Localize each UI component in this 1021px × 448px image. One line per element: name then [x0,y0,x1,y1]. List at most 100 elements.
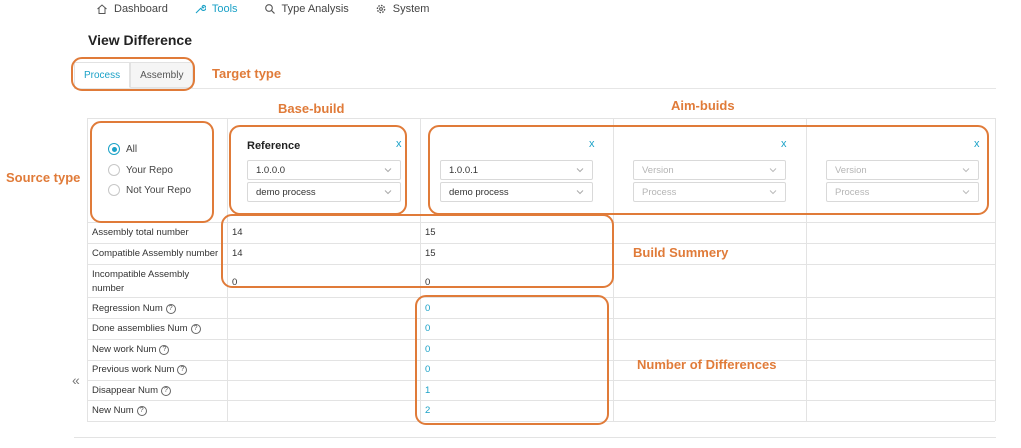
row-label-text: Disappear Num [92,385,158,396]
aim-version-select[interactable]: Version [826,160,979,180]
base-version-select[interactable]: 1.0.0.0 [247,160,401,180]
diff-value-link[interactable]: 0 [425,364,430,375]
chevron-down-icon [384,190,392,195]
row-label-new-work: New work Num ? [92,344,170,355]
base-value: 14 [232,248,243,259]
row-label-text: New Num [92,405,134,416]
radio-label: Not Your Repo [126,184,192,196]
grid-line [87,400,995,401]
grid-line [806,118,807,421]
select-value: 1.0.0.1 [449,164,479,176]
help-icon[interactable]: ? [136,405,147,416]
radio-your-repo[interactable]: Your Repo [108,164,173,176]
row-label-assembly-total: Assembly total number [92,227,189,238]
grid-line [995,118,996,421]
base-value: 0 [232,277,238,288]
diff-value-link[interactable]: 2 [425,405,430,416]
aim-value: 0 [425,277,431,288]
close-icon[interactable]: x [974,138,980,150]
annotation-label-source-type: Source type [6,170,81,185]
row-label-text: Previous work Num [92,364,175,375]
row-label-incompatible: Incompatible Assembly number [92,269,190,294]
base-process-select[interactable]: demo process [247,182,401,202]
select-placeholder: Process [835,186,870,198]
nav-item-tools[interactable]: Tools [194,3,238,15]
diff-value-link[interactable]: 0 [425,323,430,334]
row-label-regression: Regression Num ? [92,303,176,314]
row-label-done-assemblies: Done assemblies Num ? [92,323,201,334]
chevron-down-icon [384,168,392,173]
chevron-down-icon [769,168,777,173]
grid-line [87,339,995,340]
close-icon[interactable]: x [396,138,402,150]
target-type-tabs: Process Assembly [74,62,194,88]
base-build-title: Reference [247,140,301,152]
tab-assembly[interactable]: Assembly [130,62,194,88]
nav-item-type-analysis[interactable]: Type Analysis [264,3,349,15]
aim-version-select[interactable]: Version [633,160,786,180]
select-value: demo process [256,186,316,198]
aim-process-select[interactable]: Process [826,182,979,202]
grid-line [87,318,995,319]
radio-indicator [108,184,120,196]
radio-all[interactable]: All [108,143,137,155]
search-icon [264,3,276,15]
aim-value: 15 [425,248,436,259]
help-icon[interactable]: ? [159,344,170,355]
select-placeholder: Version [642,164,674,176]
home-icon [96,3,108,15]
aim-process-select[interactable]: Process [633,182,786,202]
annotation-label-target-type: Target type [212,66,282,81]
grid-line [87,421,995,422]
row-label-new: New Num ? [92,405,147,416]
annotation-box-build-summary [221,214,614,288]
radio-label: All [126,143,138,155]
chevron-down-icon [962,190,970,195]
diff-value-link[interactable]: 0 [425,303,430,314]
help-icon[interactable]: ? [177,364,188,375]
select-placeholder: Process [642,186,677,198]
aim-process-select[interactable]: demo process [440,182,593,202]
annotation-label-build-summary: Build Summery [633,245,729,260]
row-label-compatible: Compatible Assembly number [92,248,219,259]
grid-line [87,243,995,244]
help-icon[interactable]: ? [190,323,201,334]
chevron-down-icon [576,190,584,195]
gear-icon [375,3,387,15]
grid-line [87,380,995,381]
nav-label: Tools [211,3,238,15]
grid-line [87,297,995,298]
help-icon[interactable]: ? [161,385,171,396]
tools-icon [194,3,206,15]
chevron-down-icon [769,190,777,195]
row-label-disappear: Disappear Num ? [92,385,171,396]
nav-item-dashboard[interactable]: Dashboard [96,3,168,15]
grid-line [420,118,421,421]
grid-line [613,118,614,421]
annotation-label-base-build: Base-build [278,101,345,116]
collapse-icon[interactable]: « [72,372,80,388]
diff-value-link[interactable]: 1 [425,385,430,396]
radio-not-your-repo[interactable]: Not Your Repo [108,184,191,196]
tab-process[interactable]: Process [74,62,131,88]
row-label-text: Regression Num [92,303,163,314]
radio-label: Your Repo [126,164,173,176]
aim-version-select[interactable]: 1.0.0.1 [440,160,593,180]
tabs-divider [74,88,996,89]
diff-value-link[interactable]: 0 [425,344,430,355]
aim-value: 15 [425,227,436,238]
page-title: View Difference [88,32,193,48]
grid-line [87,118,88,421]
help-icon[interactable]: ? [165,303,176,314]
row-label-text: New work Num [92,344,157,355]
nav-item-system[interactable]: System [375,3,429,15]
row-label-text: Done assemblies Num [92,323,188,334]
nav-label: Dashboard [114,3,168,15]
base-value: 14 [232,227,243,238]
close-icon[interactable]: x [781,138,787,150]
radio-indicator [108,164,120,176]
chevron-down-icon [576,168,584,173]
nav-label: Type Analysis [281,3,349,15]
row-label-previous-work: Previous work Num ? [92,364,188,375]
close-icon[interactable]: x [589,138,595,150]
